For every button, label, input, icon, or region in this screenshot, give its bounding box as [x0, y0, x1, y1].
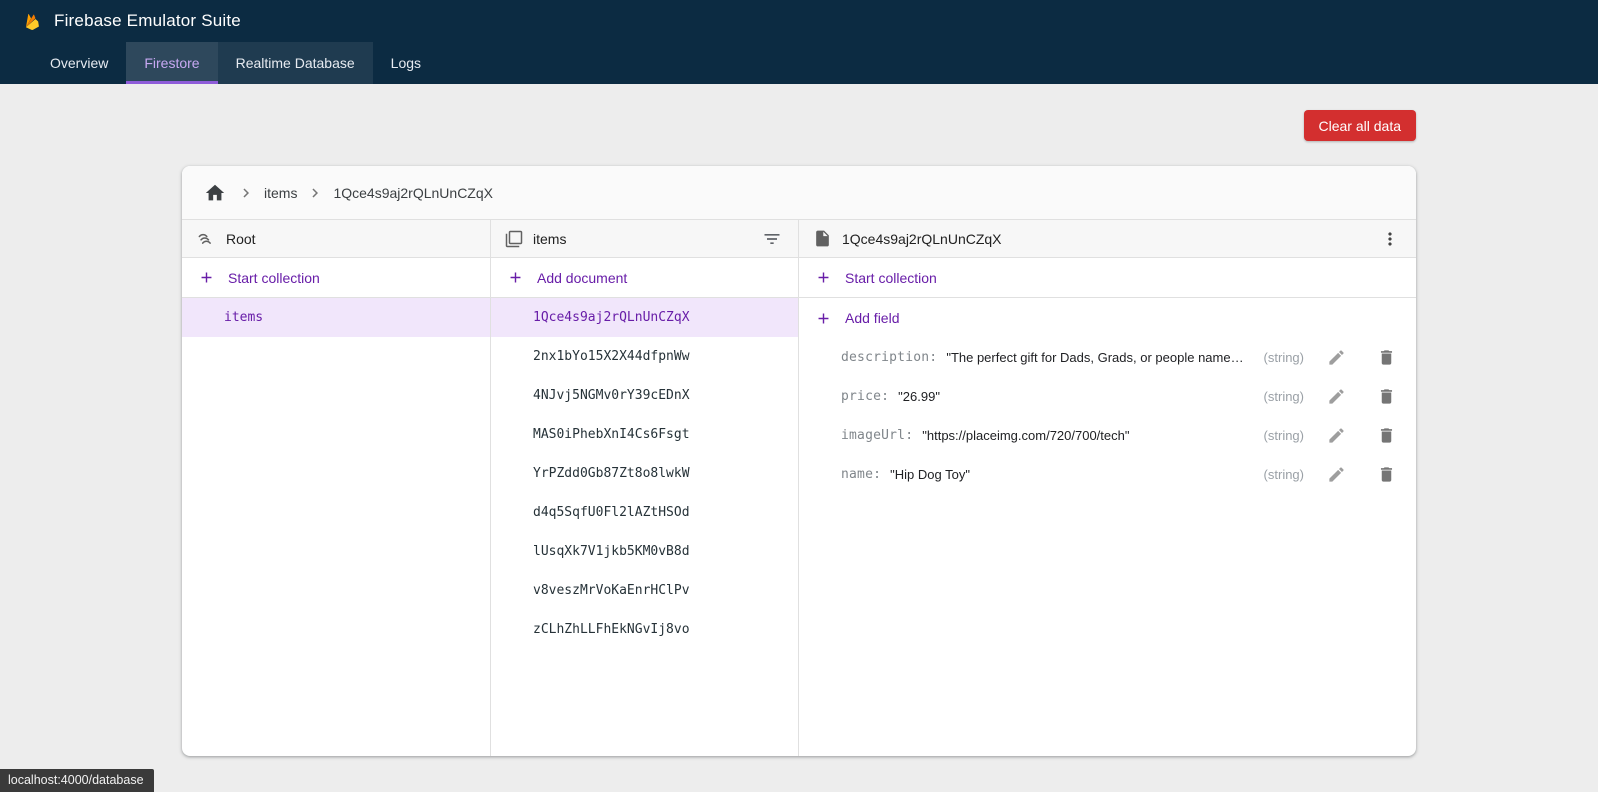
document-list-item[interactable]: 2nx1bYo15X2X44dfpnWw	[491, 337, 798, 376]
root-collection-list: items	[182, 298, 490, 756]
field-row: price: "26.99" (string)	[799, 377, 1416, 416]
breadcrumb-document: 1Qce4s9aj2rQLnUnCZqX	[333, 185, 493, 201]
collection-icon	[505, 230, 523, 248]
kebab-menu-icon[interactable]	[1378, 227, 1402, 251]
root-icon	[196, 229, 216, 249]
app-title: Firebase Emulator Suite	[54, 11, 241, 31]
field-value: "26.99"	[898, 389, 940, 404]
field-type-badge: (string)	[1264, 467, 1304, 482]
delete-field-icon[interactable]	[1374, 424, 1398, 448]
field-actions: (string)	[1250, 463, 1398, 487]
start-collection-button[interactable]: Start collection	[182, 258, 490, 298]
edit-field-icon[interactable]	[1324, 346, 1348, 370]
tab-overview[interactable]: Overview	[32, 42, 126, 84]
collection-list-item[interactable]: items	[182, 298, 490, 337]
firestore-panel: items 1Qce4s9aj2rQLnUnCZqX Root	[182, 166, 1416, 756]
add-document-label: Add document	[537, 270, 627, 286]
field-name: name:	[841, 467, 881, 482]
tab-realtime-database[interactable]: Realtime Database	[218, 42, 373, 84]
document-list-item[interactable]: YrPZdd0Gb87Zt8o8lwkW	[491, 454, 798, 493]
delete-field-icon[interactable]	[1374, 463, 1398, 487]
document-panel-title: 1Qce4s9aj2rQLnUnCZqX	[842, 231, 1002, 247]
app-header: Firebase Emulator Suite OverviewFirestor…	[0, 0, 1598, 84]
field-row: imageUrl: "https://placeimg.com/720/700/t…	[799, 416, 1416, 455]
document-list: 1Qce4s9aj2rQLnUnCZqX2nx1bYo15X2X44dfpnWw…	[491, 298, 798, 756]
plus-icon	[507, 269, 524, 286]
document-list-item[interactable]: lUsqXk7V1jkb5KM0vB8d	[491, 532, 798, 571]
document-icon	[813, 229, 832, 248]
delete-field-icon[interactable]	[1374, 385, 1398, 409]
field-type-badge: (string)	[1264, 428, 1304, 443]
field-type-badge: (string)	[1264, 350, 1304, 365]
root-column: Root Start collection items	[182, 220, 490, 756]
root-panel-title: Root	[226, 231, 256, 247]
tab-logs[interactable]: Logs	[373, 42, 439, 84]
start-collection-label: Start collection	[228, 270, 320, 286]
field-row: name: "Hip Dog Toy" (string)	[799, 455, 1416, 494]
edit-field-icon[interactable]	[1324, 463, 1348, 487]
plus-icon	[815, 310, 832, 327]
add-document-button[interactable]: Add document	[491, 258, 798, 298]
document-column: 1Qce4s9aj2rQLnUnCZqX Start collection	[798, 220, 1416, 756]
breadcrumb-collection[interactable]: items	[264, 185, 297, 201]
delete-field-icon[interactable]	[1374, 346, 1398, 370]
filter-icon[interactable]	[760, 227, 784, 251]
field-value: "Hip Dog Toy"	[890, 467, 970, 482]
field-actions: (string)	[1250, 385, 1398, 409]
field-name: description:	[841, 350, 937, 365]
document-list-item[interactable]: d4q5SqfU0Fl2lAZtHSOd	[491, 493, 798, 532]
edit-field-icon[interactable]	[1324, 424, 1348, 448]
home-icon[interactable]	[202, 180, 228, 206]
field-row: description: "The perfect gift for Dads, …	[799, 338, 1416, 377]
main-content: Clear all data items 1Qce4s9aj2rQLnUnCZq…	[182, 84, 1416, 756]
collection-panel-title: items	[533, 231, 566, 247]
collection-column: items Add document 1Qce4s9aj2rQLnUnCZqX2…	[490, 220, 798, 756]
plus-icon	[198, 269, 215, 286]
chevron-right-icon	[306, 184, 324, 202]
plus-icon	[815, 269, 832, 286]
document-list-item[interactable]: zCLhZhLLFhEkNGvIj8vo	[491, 610, 798, 649]
toolbar: Clear all data	[182, 84, 1416, 141]
add-field-label: Add field	[845, 310, 899, 326]
document-list-item[interactable]: MAS0iPhebXnI4Cs6Fsgt	[491, 415, 798, 454]
breadcrumb: items 1Qce4s9aj2rQLnUnCZqX	[182, 166, 1416, 220]
edit-field-icon[interactable]	[1324, 385, 1348, 409]
document-list-item[interactable]: v8veszMrVoKaEnrHClPv	[491, 571, 798, 610]
clear-all-data-button[interactable]: Clear all data	[1304, 110, 1417, 141]
main-nav: OverviewFirestoreRealtime DatabaseLogs	[0, 42, 1598, 84]
field-type-badge: (string)	[1264, 389, 1304, 404]
panel-columns: Root Start collection items items	[182, 220, 1416, 756]
chevron-right-icon	[237, 184, 255, 202]
tab-firestore[interactable]: Firestore	[126, 42, 217, 84]
field-actions: (string)	[1250, 424, 1398, 448]
field-list: description: "The perfect gift for Dads, …	[799, 338, 1416, 756]
field-actions: (string)	[1250, 346, 1398, 370]
document-list-item[interactable]: 4NJvj5NGMv0rY39cEDnX	[491, 376, 798, 415]
add-field-button[interactable]: Add field	[799, 298, 1416, 338]
field-name: price:	[841, 389, 889, 404]
field-name: imageUrl:	[841, 428, 913, 443]
browser-status-bar: localhost:4000/database	[0, 769, 154, 792]
field-value: "The perfect gift for Dads, Grads, or pe…	[946, 350, 1249, 365]
field-value: "https://placeimg.com/720/700/tech"	[922, 428, 1129, 443]
document-list-item[interactable]: 1Qce4s9aj2rQLnUnCZqX	[491, 298, 798, 337]
doc-start-collection-button[interactable]: Start collection	[799, 258, 1416, 298]
firebase-logo-icon	[22, 8, 43, 34]
doc-start-collection-label: Start collection	[845, 270, 937, 286]
